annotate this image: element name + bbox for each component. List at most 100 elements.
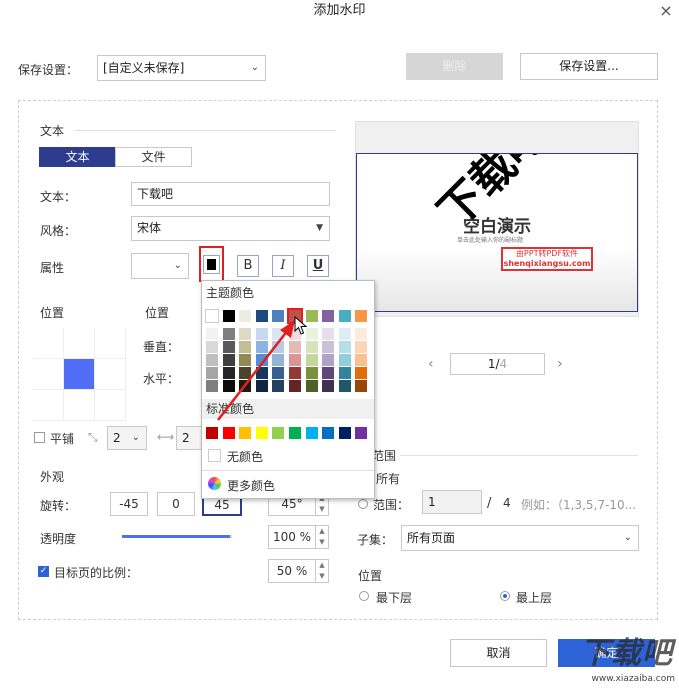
- color-swatch[interactable]: [355, 367, 368, 379]
- color-swatch[interactable]: [322, 328, 335, 340]
- opacity-spinner[interactable]: ▲ ▼: [315, 525, 329, 549]
- opacity-label: 透明度: [40, 532, 77, 546]
- save-settings-select[interactable]: [自定义未保存] ⌄: [97, 55, 266, 81]
- position-cell[interactable]: [33, 328, 63, 358]
- mouse-cursor-icon: [294, 316, 308, 335]
- page-indicator[interactable]: 1/4: [450, 353, 545, 375]
- position-cell[interactable]: [95, 328, 125, 358]
- rotate-label: 旋转：: [40, 499, 77, 513]
- color-swatch[interactable]: [355, 427, 368, 439]
- save-settings-button[interactable]: 保存设置...: [520, 53, 658, 80]
- color-swatch[interactable]: [355, 354, 368, 366]
- cancel-button[interactable]: 取消: [450, 639, 547, 667]
- range-separator: /: [487, 496, 492, 511]
- text-input[interactable]: 下载吧: [131, 182, 330, 206]
- text-label: 文本：: [40, 190, 77, 204]
- color-swatch[interactable]: [322, 310, 335, 322]
- scale-checkbox[interactable]: ✓: [38, 566, 49, 577]
- rotate-0-button[interactable]: 0: [157, 492, 195, 516]
- opacity-slider-fill: [122, 535, 230, 538]
- opacity-slider[interactable]: [122, 535, 232, 538]
- color-swatch[interactable]: [355, 328, 368, 340]
- close-icon[interactable]: ×: [656, 0, 676, 22]
- delete-button[interactable]: 删除: [406, 53, 503, 80]
- position-cell[interactable]: [33, 359, 63, 389]
- page-current: 1/: [487, 357, 500, 371]
- range-example: 例如：（1,3,5,7-10...: [521, 498, 637, 512]
- theme-colors-heading: 主题颜色: [206, 286, 255, 300]
- color-swatch[interactable]: [338, 328, 351, 340]
- tile-checkbox[interactable]: [34, 432, 45, 443]
- no-color-swatch[interactable]: [208, 449, 221, 462]
- position-cell[interactable]: [95, 359, 125, 389]
- color-swatch[interactable]: [322, 380, 335, 392]
- color-swatch[interactable]: [355, 310, 368, 322]
- chevron-down-icon: ⌄: [623, 532, 632, 543]
- tile-rows-value: 2: [113, 431, 121, 445]
- color-swatch[interactable]: [322, 427, 335, 439]
- preview-badge-url: shenqixiangsu.com: [503, 259, 591, 268]
- color-swatch[interactable]: [322, 354, 335, 366]
- italic-button[interactable]: I: [272, 255, 294, 277]
- divider: [202, 470, 374, 471]
- color-picker-button[interactable]: [203, 255, 220, 274]
- more-colors-label[interactable]: 更多颜色: [227, 477, 275, 494]
- color-swatch[interactable]: [338, 427, 351, 439]
- dialog-title: 添加水印: [313, 3, 366, 18]
- color-swatch[interactable]: [338, 310, 351, 322]
- position-cell-selected[interactable]: [64, 359, 94, 389]
- next-page-icon[interactable]: ›: [557, 356, 563, 372]
- no-color-label[interactable]: 无颜色: [227, 448, 263, 465]
- tab-file[interactable]: 文件: [115, 147, 192, 167]
- tile-cols-value: 2: [182, 431, 190, 445]
- tab-text[interactable]: 文本: [39, 147, 116, 167]
- position-cell[interactable]: [33, 390, 63, 420]
- scale-label: 目标页的比例：: [54, 566, 139, 580]
- horizontal-label: 水平：: [143, 372, 180, 386]
- color-swatch[interactable]: [338, 367, 351, 379]
- color-swatch[interactable]: [338, 341, 351, 353]
- font-size-select[interactable]: ⌄: [131, 253, 189, 279]
- color-swatch[interactable]: [338, 380, 351, 392]
- chevron-down-icon: ⌄: [173, 260, 182, 271]
- color-swatch[interactable]: [322, 341, 335, 353]
- scale-spinner[interactable]: ▲ ▼: [315, 559, 329, 583]
- palette-icon: [208, 477, 221, 490]
- logo-url: www.xiazaiba.com: [591, 674, 675, 684]
- color-swatch[interactable]: [338, 354, 351, 366]
- chevron-down-icon: ⌄: [131, 432, 140, 443]
- layer-top-radio[interactable]: [500, 591, 510, 601]
- color-swatch[interactable]: [355, 341, 368, 353]
- preview-badge: 由PPT转PDF软件 shenqixiangsu.com: [501, 247, 593, 271]
- subset-label: 子集：: [357, 533, 394, 547]
- position-grid[interactable]: [33, 328, 126, 421]
- bold-button[interactable]: B: [237, 255, 259, 277]
- divider: [400, 455, 638, 456]
- preview-page: 空白演示 单击此处输入你的副标题 下载吧 由PPT转PDF软件 shenqixi…: [356, 153, 638, 312]
- prev-page-icon[interactable]: ‹: [428, 356, 434, 372]
- vertical-spacing-icon: ⤡: [88, 430, 98, 444]
- color-swatch[interactable]: [355, 380, 368, 392]
- position-cell[interactable]: [64, 328, 94, 358]
- logo-text: 下载吧: [580, 636, 673, 671]
- layer-heading: 位置: [358, 569, 383, 583]
- tile-rows-select[interactable]: 2 ⌄: [107, 426, 147, 450]
- layer-bottom-radio[interactable]: [359, 591, 369, 601]
- vertical-label: 垂直：: [143, 340, 180, 354]
- rotate-minus45-button[interactable]: -45: [110, 492, 148, 516]
- underline-button[interactable]: U: [307, 255, 329, 277]
- color-swatch[interactable]: [322, 367, 335, 379]
- range-input[interactable]: 1: [422, 490, 482, 514]
- range-custom-radio[interactable]: [358, 499, 368, 509]
- font-select[interactable]: 宋体 ▼: [131, 216, 330, 241]
- position-cell[interactable]: [64, 390, 94, 420]
- opacity-input[interactable]: 100 %: [268, 525, 316, 549]
- scale-input[interactable]: 50 %: [268, 559, 316, 583]
- layer-top-label: 最上层: [516, 591, 553, 605]
- page-total: 4: [499, 357, 508, 371]
- range-all-label: 所有: [376, 472, 401, 486]
- position-cell[interactable]: [95, 390, 125, 420]
- range-total: 4: [503, 496, 511, 510]
- subset-value: 所有页面: [407, 531, 456, 545]
- subset-select[interactable]: 所有页面 ⌄: [401, 525, 639, 551]
